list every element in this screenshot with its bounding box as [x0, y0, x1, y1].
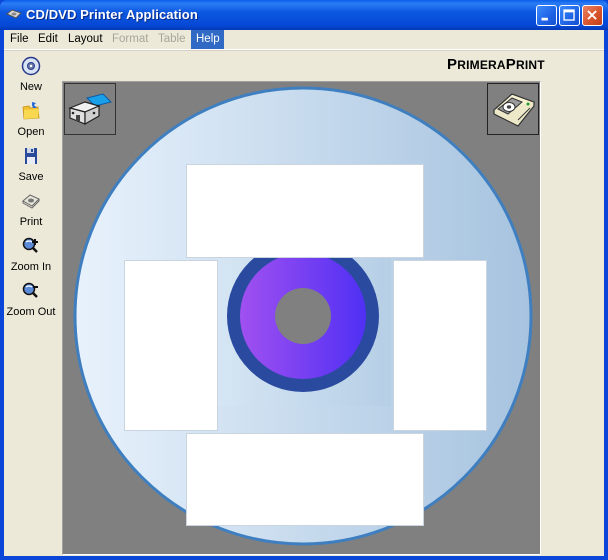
client-area: File Edit Layout Format Table Help New O…: [4, 30, 604, 556]
maximize-icon: [563, 9, 575, 21]
minimize-icon: [541, 17, 548, 21]
primera-print-logo: PRIMERAPRINT: [447, 56, 545, 73]
zoom-in-button[interactable]: Zoom In: [4, 236, 58, 280]
minimize-button[interactable]: [536, 5, 557, 26]
close-icon: [587, 10, 597, 20]
new-button[interactable]: New: [4, 56, 58, 100]
menu-layout[interactable]: Layout: [63, 30, 108, 49]
menu-bar: File Edit Layout Format Table Help: [4, 30, 604, 50]
print-button[interactable]: Print: [4, 191, 58, 235]
open-folder-icon: [22, 102, 40, 120]
title-bar[interactable]: CD/DVD Printer Application: [0, 0, 608, 30]
printer-icon: [22, 194, 40, 209]
menu-file[interactable]: File: [5, 30, 34, 49]
text-box-left[interactable]: [125, 261, 217, 430]
close-button[interactable]: [582, 5, 603, 26]
zoom-out-icon: [22, 282, 38, 298]
open-label: Open: [17, 126, 45, 138]
center-hole: [275, 288, 331, 344]
new-label: New: [19, 81, 42, 93]
print-disc-button[interactable]: [487, 83, 539, 135]
menu-format[interactable]: Format: [107, 30, 153, 49]
eject-tray-button[interactable]: [64, 83, 116, 135]
maximize-button[interactable]: [559, 5, 580, 26]
zoom-out-button[interactable]: Zoom Out: [4, 281, 58, 325]
open-button[interactable]: Open: [4, 101, 58, 145]
window-title: CD/DVD Printer Application: [26, 7, 198, 22]
text-box-right[interactable]: [394, 261, 486, 430]
disc-tray-eject-icon: [68, 93, 112, 126]
menu-divider: [4, 50, 604, 51]
text-box-bottom[interactable]: [187, 434, 423, 525]
floppy-disk-icon: [25, 148, 37, 164]
text-box-top[interactable]: [187, 165, 423, 257]
label-canvas[interactable]: [63, 82, 540, 554]
print-label: Print: [19, 216, 43, 228]
disc-printer-icon: [492, 93, 535, 127]
zoom-in-icon: [22, 237, 38, 253]
menu-edit[interactable]: Edit: [33, 30, 63, 49]
cd-printer-app-icon: [6, 9, 22, 19]
save-button[interactable]: Save: [4, 146, 58, 190]
menu-help[interactable]: Help: [191, 30, 224, 49]
toolbar: New Open Save Print Zoom In Zoom Out: [4, 52, 59, 552]
save-label: Save: [18, 171, 44, 183]
zoom-out-label: Zoom Out: [6, 306, 56, 318]
app-window: CD/DVD Printer Application File Edit Lay…: [0, 0, 608, 560]
zoom-in-label: Zoom In: [10, 261, 52, 273]
cd-disc-icon: [21, 56, 41, 76]
menu-table[interactable]: Table: [153, 30, 191, 49]
